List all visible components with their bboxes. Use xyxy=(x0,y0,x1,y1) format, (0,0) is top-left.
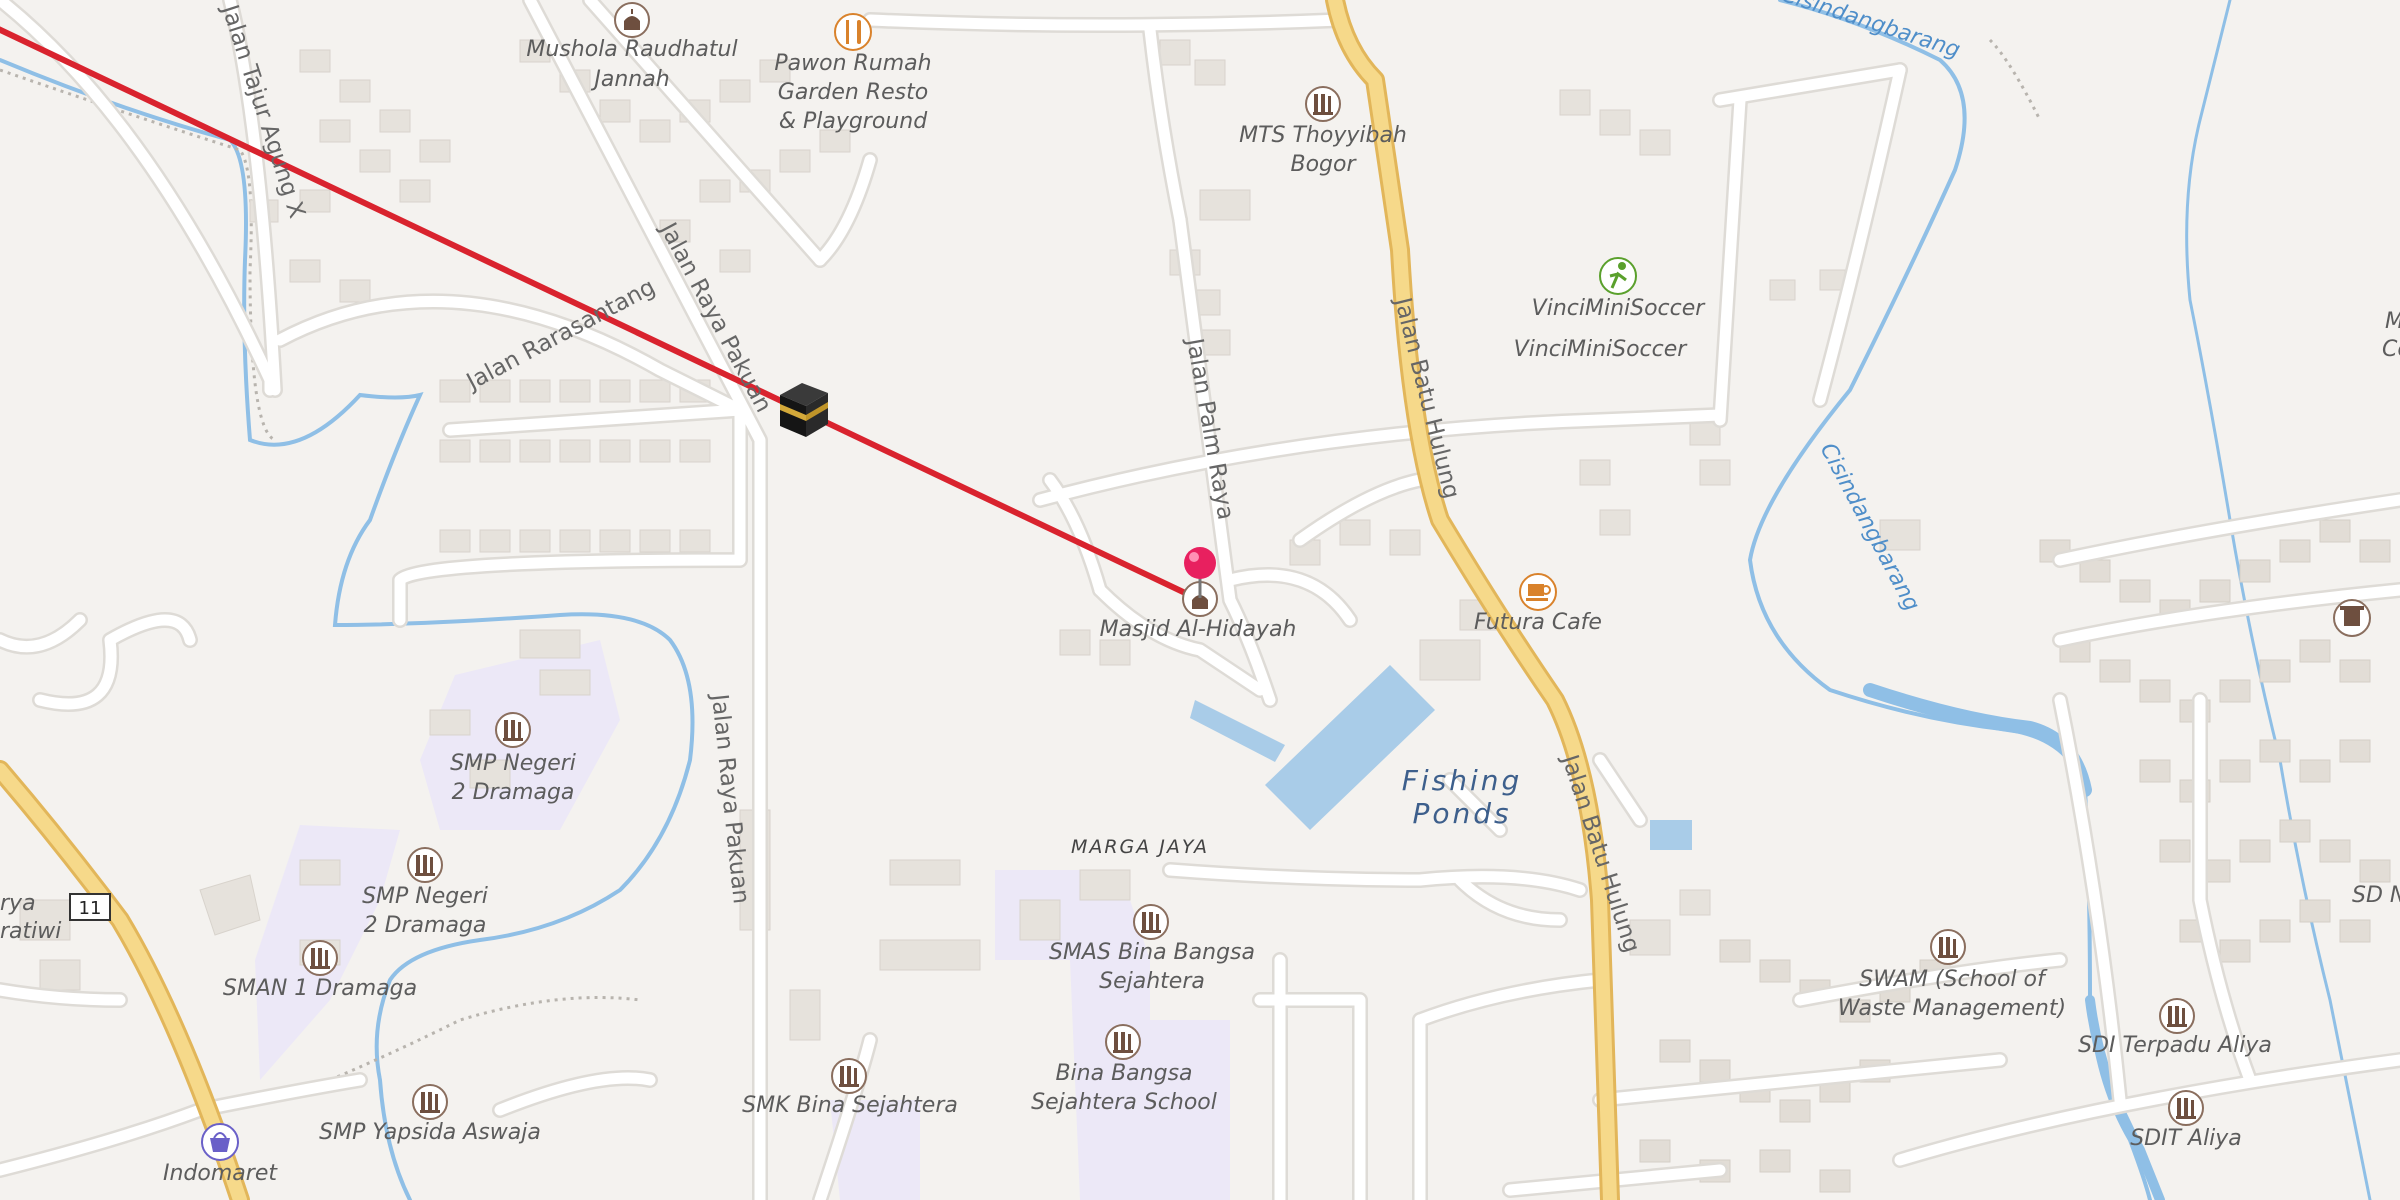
school-icon xyxy=(412,1084,448,1120)
poi-label: SDIT Aliya xyxy=(2130,1126,2242,1151)
poi-label: & Playground xyxy=(779,109,928,134)
edge-label: ratiwi xyxy=(0,919,61,944)
poi-label: Masjid Al-Hidayah xyxy=(1100,617,1297,642)
poi-label: SMP Yapsida Aswaja xyxy=(319,1120,541,1145)
poi-label: Waste Management) xyxy=(1838,996,2066,1021)
fishing-ponds-label-line2: Ponds xyxy=(1412,797,1511,830)
poi-label: SMP Negeri xyxy=(362,884,488,909)
map-canvas[interactable]: Jalan Tajur Agung X Jalan Rarasantang Ja… xyxy=(0,0,2400,1200)
poi-label: Bogor xyxy=(1290,152,1357,177)
fishing-ponds-label-line1: Fishing xyxy=(1402,764,1523,797)
edge-label: M xyxy=(2385,309,2400,334)
poi-label: Bina Bangsa xyxy=(1055,1061,1192,1086)
cafe-icon xyxy=(1519,573,1557,611)
poi-label: SDI Terpadu Aliya xyxy=(2078,1033,2272,1058)
poi-label: Futura Cafe xyxy=(1474,610,1602,635)
school-icon xyxy=(302,940,338,976)
poi-label: Sejahtera xyxy=(1099,969,1205,994)
poi-label: SMAN 1 Dramaga xyxy=(223,976,417,1001)
edge-label: rya xyxy=(0,891,36,916)
route-shield: 11 xyxy=(69,893,111,921)
school-icon xyxy=(831,1058,867,1094)
school-icon xyxy=(407,847,443,883)
soccer-icon xyxy=(1599,257,1637,295)
poi-label: Garden Resto xyxy=(778,80,928,105)
school-icon xyxy=(1133,904,1169,940)
route-shield-number: 11 xyxy=(79,898,102,919)
school-icon xyxy=(1305,86,1341,122)
poi-label: Jannah xyxy=(590,67,669,92)
school-icon xyxy=(1930,929,1966,965)
locality-label: MARGA JAYA xyxy=(1071,836,1209,858)
poi-label: Mushola Raudhatul xyxy=(526,37,737,62)
poi-label: MTS Thoyyibah xyxy=(1239,123,1407,148)
poi-label: 2 Dramaga xyxy=(452,780,575,805)
school-icon xyxy=(2159,998,2195,1034)
school-icon xyxy=(2168,1090,2204,1126)
edge-label: SD N xyxy=(2352,883,2400,908)
poi-label: Pawon Rumah xyxy=(774,51,931,76)
restaurant-icon xyxy=(834,13,872,51)
poi-label: SMP Negeri xyxy=(450,751,576,776)
poi-label: Sejahtera School xyxy=(1031,1090,1217,1115)
shop-icon xyxy=(201,1123,239,1161)
poi-label: 2 Dramaga xyxy=(364,913,487,938)
poi-label: SWAM (School of xyxy=(1859,967,2048,992)
poi-vinciminisoccer-area-label: VinciMiniSoccer xyxy=(1514,337,1689,362)
school-icon xyxy=(495,712,531,748)
poi-label: Indomaret xyxy=(163,1161,278,1186)
school-icon xyxy=(1105,1024,1141,1060)
monument-icon[interactable] xyxy=(2333,599,2371,637)
mosque-icon xyxy=(614,2,650,38)
poi-label: VinciMiniSoccer xyxy=(1532,296,1707,321)
poi-label: SMAS Bina Bangsa xyxy=(1049,940,1255,965)
edge-label: Co xyxy=(2382,337,2400,362)
poi-label: SMK Bina Sejahtera xyxy=(742,1093,958,1118)
